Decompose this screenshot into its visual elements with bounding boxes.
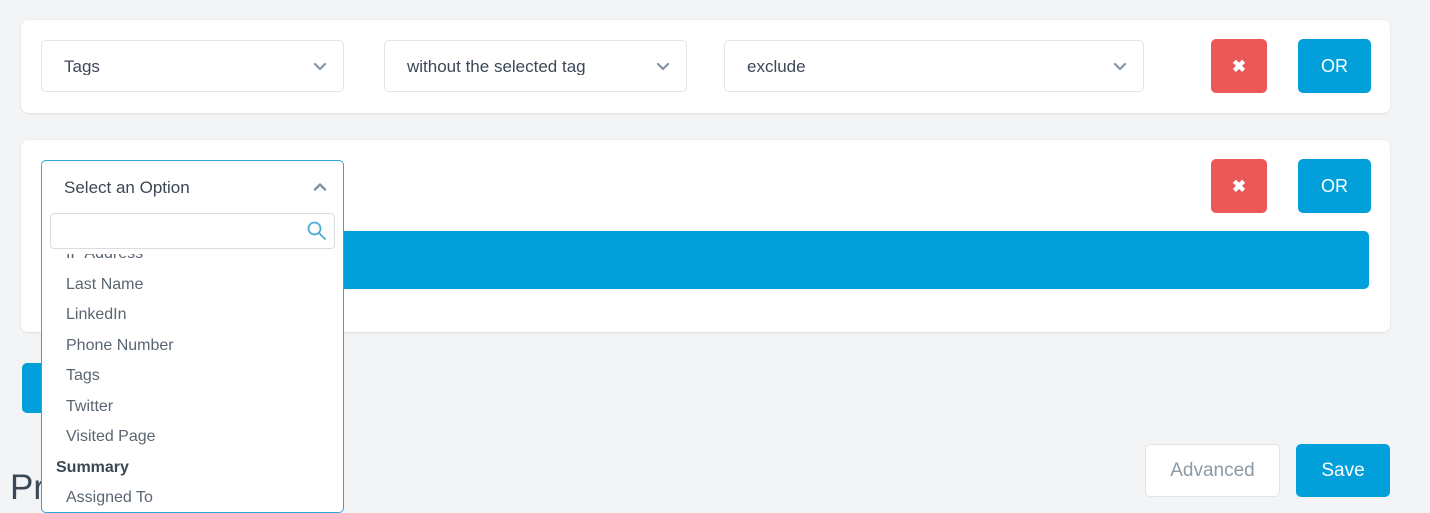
chevron-down-icon <box>656 62 670 71</box>
or-condition-button[interactable]: OR <box>1298 159 1371 213</box>
or-condition-button[interactable]: OR <box>1298 39 1371 93</box>
option-list-item[interactable]: Tags <box>42 361 343 392</box>
option-list-item[interactable]: Phone Number <box>42 331 343 362</box>
option-dropdown-toggle[interactable]: Select an Option <box>42 161 343 213</box>
operator-select[interactable]: without the selected tag <box>384 40 687 92</box>
chevron-down-icon <box>313 62 327 71</box>
option-list[interactable]: IP AddressLast NameLinkedInPhone NumberT… <box>42 254 343 510</box>
chevron-down-icon <box>1113 62 1127 71</box>
option-list-item[interactable]: IP Address <box>42 254 343 270</box>
close-icon: ✖ <box>1231 56 1247 76</box>
option-list-item[interactable]: Last Name <box>42 270 343 301</box>
option-list-item[interactable]: LinkedIn <box>42 300 343 331</box>
option-search-input[interactable] <box>50 213 335 249</box>
filter-row: Tags without the selected tag exclude ✖ … <box>21 20 1390 113</box>
option-list-item[interactable]: Assigned To <box>42 483 343 510</box>
value-select-label: exclude <box>747 57 806 75</box>
option-list-item[interactable]: Twitter <box>42 392 343 423</box>
option-dropdown-title: Select an Option <box>64 177 190 197</box>
remove-filter-button[interactable]: ✖ <box>1211 39 1267 93</box>
remove-filter-button[interactable]: ✖ <box>1211 159 1267 213</box>
option-group-header: Summary <box>56 458 129 476</box>
save-button[interactable]: Save <box>1296 444 1390 497</box>
field-select[interactable]: Tags <box>41 40 344 92</box>
option-list-item[interactable]: Visited Page <box>42 422 343 453</box>
filter-builder-page: Tags without the selected tag exclude ✖ … <box>0 0 1430 513</box>
field-select-label: Tags <box>64 57 100 75</box>
page-title: Pr <box>10 468 45 507</box>
option-dropdown-panel: Select an Option IP AddressLast NameLink… <box>41 160 344 513</box>
close-icon: ✖ <box>1231 176 1247 196</box>
value-select[interactable]: exclude <box>724 40 1144 92</box>
option-search-wrapper <box>50 213 335 249</box>
chevron-up-icon <box>313 183 327 191</box>
advanced-button[interactable]: Advanced <box>1145 444 1280 497</box>
operator-select-label: without the selected tag <box>407 57 586 75</box>
